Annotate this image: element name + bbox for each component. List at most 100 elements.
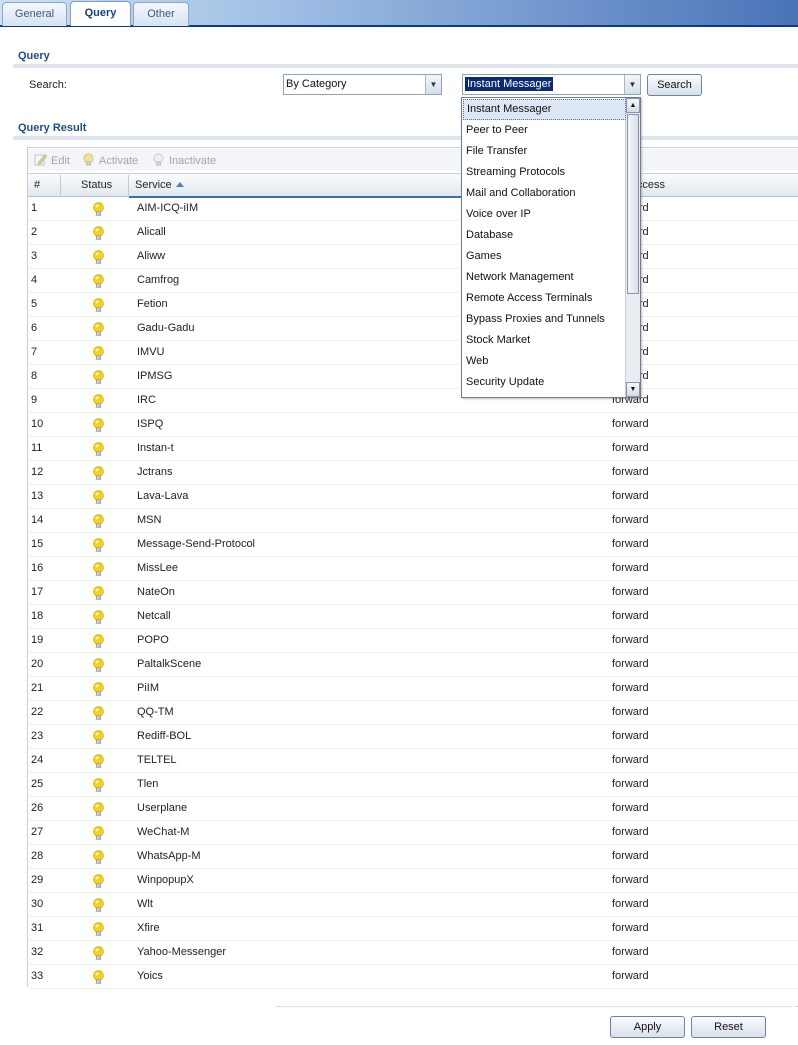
table-row[interactable]: 9 IRC forward [28,389,798,413]
table-row[interactable]: 16 MissLee forward [28,557,798,581]
lightbulb-icon [93,202,104,216]
row-access: forward [612,442,649,454]
search-button[interactable]: Search [647,74,702,96]
table-row[interactable]: 23 Rediff-BOL forward [28,725,798,749]
dropdown-option[interactable]: Streaming Protocols [463,162,626,183]
table-row[interactable]: 3Aliwwforward [28,245,798,269]
reset-button[interactable]: Reset [691,1016,766,1038]
dropdown-option[interactable]: Mail and Collaboration [463,183,626,204]
column-service[interactable]: Service [135,179,184,191]
table-row[interactable]: 33 Yoics forward [28,965,798,989]
table-row[interactable]: 30 Wlt forward [28,893,798,917]
row-service: Yoics [137,970,163,982]
table-row[interactable]: 6Gadu-Gaduforward [28,317,798,341]
row-index: 10 [31,418,44,430]
tab-general[interactable]: General [2,2,67,26]
table-row[interactable]: 15 Message-Send-Protocol forward [28,533,798,557]
search-by-select[interactable]: By Category ▼ [283,74,442,95]
table-row[interactable]: 20 PaltalkScene forward [28,653,798,677]
dropdown-option[interactable]: Security Update [463,372,626,393]
table-row[interactable]: 18 Netcall forward [28,605,798,629]
row-service: AIM-ICQ-iIM [137,202,199,214]
dropdown-option[interactable]: Stock Market [463,330,626,351]
lightbulb-icon [93,226,104,240]
row-access: forward [612,418,649,430]
dropdown-option[interactable]: Network Management [463,267,626,288]
tab-other[interactable]: Other [133,2,189,26]
lightbulb-icon [93,946,104,960]
table-row[interactable]: 2Alicallforward [28,221,798,245]
dropdown-scrollbar[interactable]: ▲ ▼ [625,98,640,397]
row-service: Lava-Lava [137,490,189,502]
table-row[interactable]: 21 PiIM forward [28,677,798,701]
column-status[interactable]: Status [81,179,112,191]
column-divider[interactable] [60,175,61,196]
dropdown-option[interactable]: Games [463,246,626,267]
activate-label: Activate [99,155,139,167]
table-row[interactable]: 14 MSN forward [28,509,798,533]
row-index: 14 [31,514,44,526]
table-row[interactable]: 17 NateOn forward [28,581,798,605]
scrollbar-thumb[interactable] [627,114,639,294]
table-row[interactable]: 5Fetionforward [28,293,798,317]
dropdown-option[interactable]: Database [463,225,626,246]
row-service: Aliww [137,250,166,262]
table-row[interactable]: 27 WeChat-M forward [28,821,798,845]
chevron-down-icon[interactable]: ▼ [624,75,640,94]
row-index: 18 [31,610,44,622]
row-index: 33 [31,970,44,982]
category-select[interactable]: Instant Messager ▼ [462,74,641,95]
activate-tool[interactable]: Activate [82,153,138,167]
scroll-down-icon[interactable]: ▼ [626,382,640,397]
lightbulb-icon [93,682,104,696]
category-dropdown-list[interactable]: ▲ ▼ Instant Messager Peer to Peer File Tra… [461,97,641,398]
row-index: 15 [31,538,44,550]
table-row[interactable]: 24 TELTEL forward [28,749,798,773]
table-row[interactable]: 29 WinpopupX forward [28,869,798,893]
inactivate-tool[interactable]: Inactivate [152,153,216,167]
column-divider[interactable] [128,175,129,196]
dropdown-option[interactable]: Peer to Peer [463,120,626,141]
table-row[interactable]: 32 Yahoo-Messenger forward [28,941,798,965]
table-row[interactable]: 13 Lava-Lava forward [28,485,798,509]
dropdown-option[interactable]: Remote Access Terminals [463,288,626,309]
apply-button[interactable]: Apply [610,1016,685,1038]
lightbulb-icon [93,754,104,768]
dropdown-option[interactable]: Bypass Proxies and Tunnels [463,309,626,330]
row-index: 16 [31,562,44,574]
table-row[interactable]: 28 WhatsApp-M forward [28,845,798,869]
dropdown-option[interactable]: Voice over IP [463,204,626,225]
table-row[interactable]: 10 ISPQ forward [28,413,798,437]
table-row[interactable]: 4Camfrogforward [28,269,798,293]
chevron-down-icon[interactable]: ▼ [425,75,441,94]
table-row[interactable]: 22 QQ-TM forward [28,701,798,725]
row-service: PiIM [137,682,159,694]
row-index: 26 [31,802,44,814]
lightbulb-icon [93,706,104,720]
row-index: 13 [31,490,44,502]
table-row[interactable]: 1AIM-ICQ-iIMforward [28,197,798,221]
dropdown-option[interactable]: Web [463,351,626,372]
scroll-up-icon[interactable]: ▲ [626,98,640,113]
table-row[interactable]: 7IMVUforward [28,341,798,365]
row-service: Camfrog [137,274,180,286]
lightbulb-icon [93,490,104,504]
row-access: forward [612,778,649,790]
row-index: 20 [31,658,44,670]
row-index: 23 [31,730,44,742]
table-row[interactable]: 25 Tlen forward [28,773,798,797]
row-service: NateOn [137,586,175,598]
row-access: forward [612,970,649,982]
dropdown-option[interactable]: Instant Messager [463,99,626,120]
table-row[interactable]: 12 Jctrans forward [28,461,798,485]
dropdown-option[interactable]: File Transfer [463,141,626,162]
table-row[interactable]: 8IPMSGforward [28,365,798,389]
table-row[interactable]: 11 Instan-t forward [28,437,798,461]
table-row[interactable]: 19 POPO forward [28,629,798,653]
table-row[interactable]: 31 Xfire forward [28,917,798,941]
table-row[interactable]: 26 Userplane forward [28,797,798,821]
tab-query[interactable]: Query [70,1,131,26]
column-index[interactable]: # [34,179,40,191]
row-access: forward [612,682,649,694]
edit-tool[interactable]: Edit [34,153,70,167]
